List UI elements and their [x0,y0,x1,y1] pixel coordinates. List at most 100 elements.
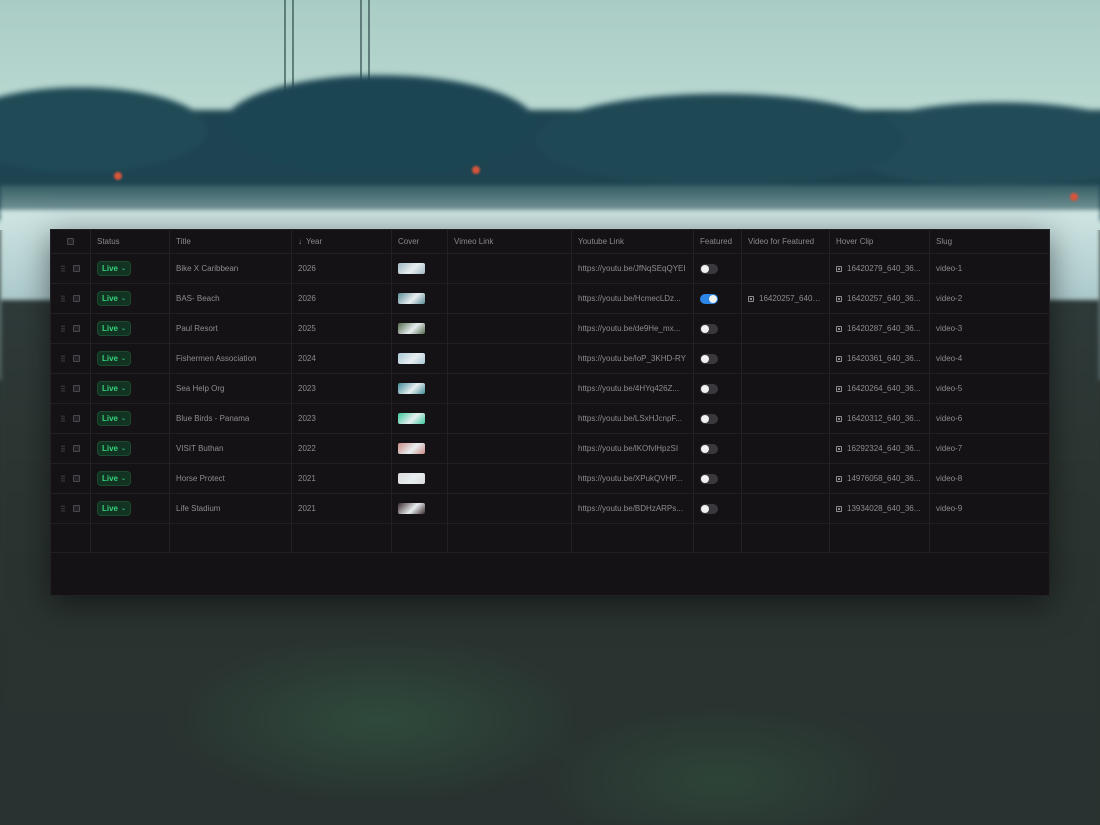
year-cell[interactable]: 2024 [292,344,392,374]
row-checkbox[interactable] [73,325,80,332]
youtube-link-cell[interactable]: https://youtu.be/XPukQVHP... [572,464,694,494]
vimeo-link-cell[interactable] [448,464,572,494]
youtube-link-cell[interactable]: https://youtu.be/LSxHJcnpF... [572,404,694,434]
column-header-featured[interactable]: Featured [694,230,742,254]
status-badge[interactable]: Live ⌄ [97,261,132,276]
cover-cell[interactable] [392,404,448,434]
select-all-checkbox[interactable] [67,238,74,245]
title-cell[interactable]: Paul Resort [170,314,292,344]
featured-toggle[interactable] [700,473,718,484]
column-header-slug[interactable]: Slug [930,230,1050,254]
row-checkbox[interactable] [73,475,80,482]
youtube-link-cell[interactable]: https://youtu.be/lKOfvlHpzSI [572,434,694,464]
column-header-title[interactable]: Title [170,230,292,254]
year-cell[interactable]: 2023 [292,404,392,434]
drag-handle-icon[interactable] [61,265,65,272]
year-cell[interactable]: 2026 [292,284,392,314]
cover-thumbnail[interactable] [398,443,425,454]
hover-clip-cell[interactable]: 16420312_640_36... [830,404,930,434]
empty-row-cell[interactable] [830,524,930,553]
video-for-featured-cell[interactable] [742,344,830,374]
vimeo-link-cell[interactable] [448,284,572,314]
status-badge[interactable]: Live ⌄ [97,321,132,336]
column-header-vimeo-link[interactable]: Vimeo Link [448,230,572,254]
drag-handle-icon[interactable] [61,445,65,452]
status-badge[interactable]: Live ⌄ [97,501,132,516]
row-checkbox[interactable] [73,505,80,512]
video-for-featured-cell[interactable] [742,374,830,404]
title-cell[interactable]: Life Stadium [170,494,292,524]
cover-thumbnail[interactable] [398,503,425,514]
video-for-featured-cell[interactable]: 16420257_640_... [742,284,830,314]
slug-cell[interactable]: video-8 [930,464,1050,494]
year-cell[interactable]: 2025 [292,314,392,344]
hover-clip-cell[interactable]: 16420257_640_36... [830,284,930,314]
video-for-featured-cell[interactable] [742,434,830,464]
featured-toggle[interactable] [700,413,718,424]
status-badge[interactable]: Live ⌄ [97,291,132,306]
cover-thumbnail[interactable] [398,263,425,274]
empty-row-cell[interactable] [694,524,742,553]
drag-handle-icon[interactable] [61,475,65,482]
column-header-hover-clip[interactable]: Hover Clip [830,230,930,254]
empty-row-cell[interactable] [448,524,572,553]
drag-handle-icon[interactable] [61,325,65,332]
cover-cell[interactable] [392,494,448,524]
empty-row-cell[interactable] [572,524,694,553]
hover-clip-cell[interactable]: 16292324_640_36... [830,434,930,464]
drag-handle-icon[interactable] [61,415,65,422]
featured-toggle[interactable] [700,443,718,454]
cover-thumbnail[interactable] [398,473,425,484]
empty-row-cell[interactable] [392,524,448,553]
cover-cell[interactable] [392,284,448,314]
year-cell[interactable]: 2021 [292,464,392,494]
cover-thumbnail[interactable] [398,293,425,304]
slug-cell[interactable]: video-9 [930,494,1050,524]
year-cell[interactable]: 2026 [292,254,392,284]
empty-row-cell[interactable] [930,524,1050,553]
empty-row-cell[interactable] [292,524,392,553]
youtube-link-cell[interactable]: https://youtu.be/BDHzARPs... [572,494,694,524]
slug-cell[interactable]: video-4 [930,344,1050,374]
hover-clip-cell[interactable]: 14976058_640_36... [830,464,930,494]
year-cell[interactable]: 2021 [292,494,392,524]
row-checkbox[interactable] [73,355,80,362]
vimeo-link-cell[interactable] [448,404,572,434]
cover-thumbnail[interactable] [398,353,425,364]
title-cell[interactable]: Bike X Caribbean [170,254,292,284]
empty-row-cell[interactable] [51,524,91,553]
vimeo-link-cell[interactable] [448,374,572,404]
cover-thumbnail[interactable] [398,413,425,424]
youtube-link-cell[interactable]: https://youtu.be/HcmecLDz... [572,284,694,314]
slug-cell[interactable]: video-6 [930,404,1050,434]
year-cell[interactable]: 2022 [292,434,392,464]
hover-clip-cell[interactable]: 16420279_640_36... [830,254,930,284]
title-cell[interactable]: Blue Birds - Panama [170,404,292,434]
cover-thumbnail[interactable] [398,383,425,394]
hover-clip-cell[interactable]: 16420264_640_36... [830,374,930,404]
video-for-featured-cell[interactable] [742,404,830,434]
youtube-link-cell[interactable]: https://youtu.be/4HYq426Z... [572,374,694,404]
drag-handle-icon[interactable] [61,385,65,392]
title-cell[interactable]: Horse Protect [170,464,292,494]
row-checkbox[interactable] [73,415,80,422]
youtube-link-cell[interactable]: https://youtu.be/loP_3KHD-RY [572,344,694,374]
cover-thumbnail[interactable] [398,323,425,334]
slug-cell[interactable]: video-2 [930,284,1050,314]
column-header-status[interactable]: Status [91,230,170,254]
cover-cell[interactable] [392,434,448,464]
featured-toggle[interactable] [700,293,718,304]
drag-handle-icon[interactable] [61,295,65,302]
column-header-cover[interactable]: Cover [392,230,448,254]
slug-cell[interactable]: video-5 [930,374,1050,404]
vimeo-link-cell[interactable] [448,254,572,284]
youtube-link-cell[interactable]: https://youtu.be/JfNqSEqQYEI [572,254,694,284]
drag-handle-icon[interactable] [61,505,65,512]
hover-clip-cell[interactable]: 16420287_640_36... [830,314,930,344]
slug-cell[interactable]: video-3 [930,314,1050,344]
status-badge[interactable]: Live ⌄ [97,381,132,396]
drag-handle-icon[interactable] [61,355,65,362]
empty-row-cell[interactable] [742,524,830,553]
video-for-featured-cell[interactable] [742,464,830,494]
column-header-youtube-link[interactable]: Youtube Link [572,230,694,254]
